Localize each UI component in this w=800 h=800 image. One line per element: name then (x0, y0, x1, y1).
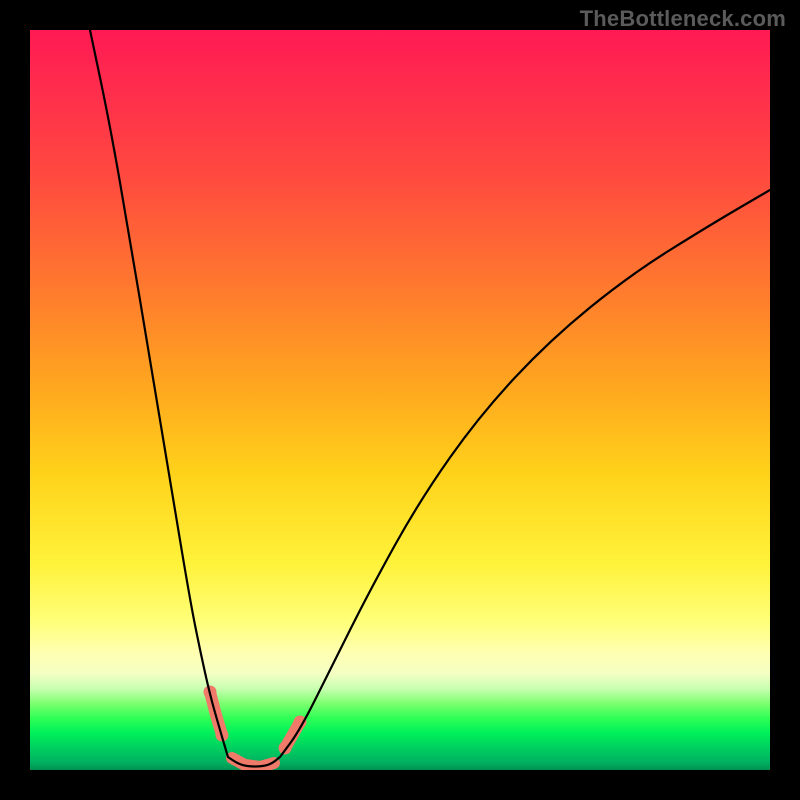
chart-frame: TheBottleneck.com (0, 0, 800, 800)
bottleneck-curve (90, 30, 770, 767)
curve-svg (30, 30, 770, 770)
watermark-text: TheBottleneck.com (580, 6, 786, 32)
plot-area (30, 30, 770, 770)
